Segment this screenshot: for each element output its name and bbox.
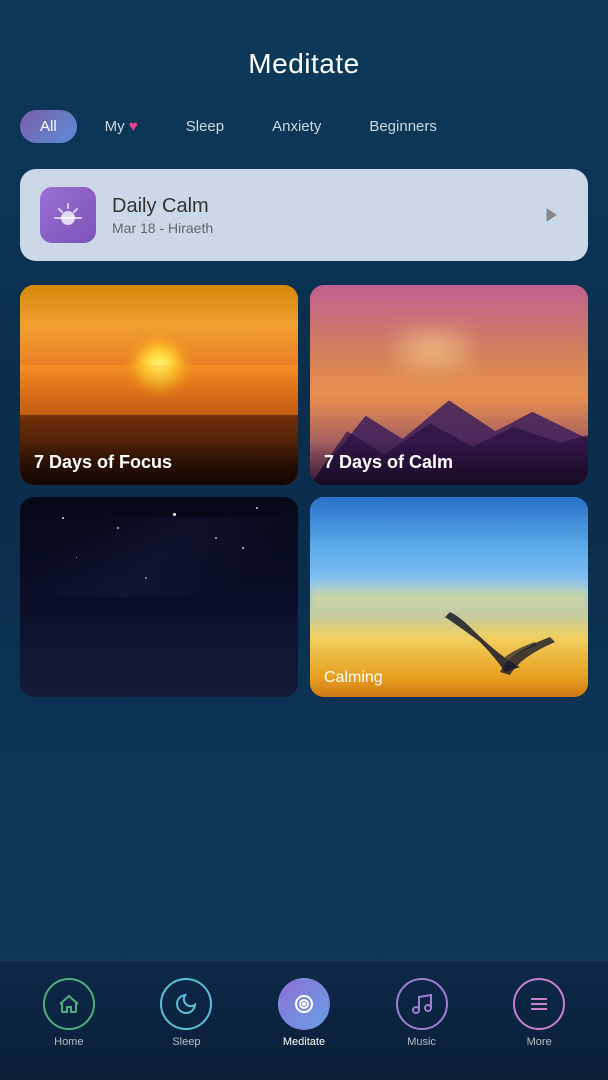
page-title: Meditate bbox=[248, 48, 359, 79]
play-button[interactable] bbox=[532, 197, 568, 233]
tab-sleep[interactable]: Sleep bbox=[166, 110, 244, 143]
daily-calm-card[interactable]: Daily Calm Mar 18 - Hiraeth bbox=[20, 169, 588, 261]
tab-all[interactable]: All bbox=[20, 110, 77, 143]
card-calm[interactable]: 7 Days of Calm bbox=[310, 285, 588, 485]
sleep-icon-wrap bbox=[160, 978, 212, 1030]
nav-meditate[interactable]: Meditate bbox=[245, 978, 363, 1048]
more-icon-wrap bbox=[513, 978, 565, 1030]
card-calming-label: Calming bbox=[310, 659, 588, 697]
nav-sleep[interactable]: Sleep bbox=[128, 978, 246, 1048]
card-focus-label: 7 Days of Focus bbox=[20, 440, 298, 485]
card-calm-label: 7 Days of Calm bbox=[310, 440, 588, 485]
cards-grid: 7 Days of Focus 7 Days of Calm bbox=[0, 277, 608, 705]
card-focus[interactable]: 7 Days of Focus bbox=[20, 285, 298, 485]
nav-meditate-label: Meditate bbox=[283, 1036, 325, 1048]
filter-tabs: All My ♥ Sleep Anxiety Beginners bbox=[0, 100, 608, 153]
header: Meditate bbox=[0, 0, 608, 100]
bottom-nav: Home Sleep Meditate Mus bbox=[0, 960, 608, 1080]
music-icon-wrap bbox=[396, 978, 448, 1030]
tab-beginners[interactable]: Beginners bbox=[349, 110, 457, 143]
nav-home[interactable]: Home bbox=[10, 978, 128, 1048]
meditate-icon-wrap bbox=[278, 978, 330, 1030]
heart-icon: ♥ bbox=[129, 118, 138, 135]
home-icon-wrap bbox=[43, 978, 95, 1030]
nav-home-label: Home bbox=[54, 1036, 83, 1048]
tab-my[interactable]: My ♥ bbox=[85, 110, 158, 143]
nav-music-label: Music bbox=[407, 1036, 436, 1048]
card-sleep[interactable] bbox=[20, 497, 298, 697]
daily-calm-icon bbox=[40, 187, 96, 243]
nav-more[interactable]: More bbox=[480, 978, 598, 1048]
daily-calm-title: Daily Calm bbox=[112, 195, 516, 218]
nav-music[interactable]: Music bbox=[363, 978, 481, 1048]
nav-more-label: More bbox=[527, 1036, 552, 1048]
daily-calm-subtitle: Mar 18 - Hiraeth bbox=[112, 220, 516, 236]
daily-calm-text: Daily Calm Mar 18 - Hiraeth bbox=[112, 195, 516, 236]
nav-sleep-label: Sleep bbox=[172, 1036, 200, 1048]
card-calming[interactable]: Calming bbox=[310, 497, 588, 697]
tab-anxiety[interactable]: Anxiety bbox=[252, 110, 341, 143]
